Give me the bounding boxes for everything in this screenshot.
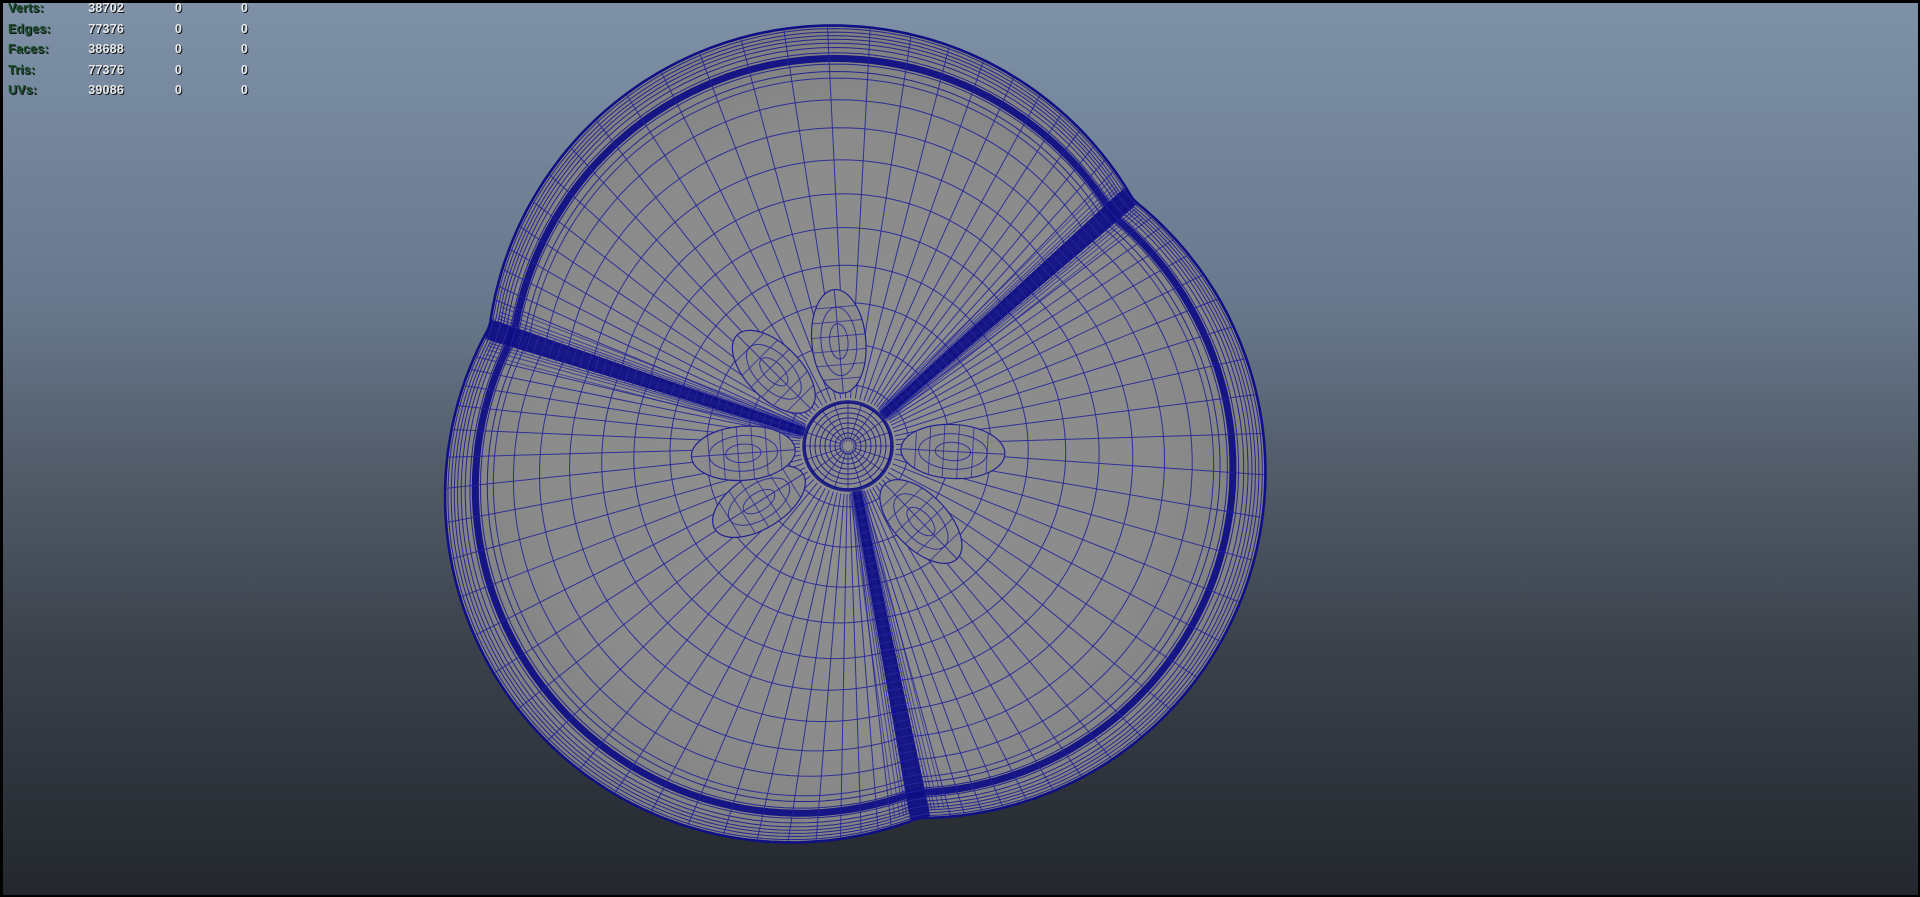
hud-value-faces-col3: 0 [240,42,248,57]
hud-value-uvs-col2: 0 [174,83,182,98]
hud-value-edges-col3: 0 [240,21,248,36]
hud-row-tris: Tris: 77376 0 0 [8,63,248,84]
hud-row-verts: Verts: 38702 0 0 [8,1,248,22]
hud-label-verts: Verts: [8,1,44,15]
hud-label-uvs: UVs: [8,83,38,98]
viewport-3d[interactable]: Verts: 38702 0 0 Edges: 77376 0 0 Faces:… [0,0,1920,897]
hud-value-faces-total: 38688 [88,42,124,57]
hud-row-edges: Edges: 77376 0 0 [8,22,248,43]
hud-label-tris: Tris: [8,62,36,77]
fruit-wireframe-mesh [443,24,1267,844]
hud-value-verts-col3: 0 [240,1,248,15]
stem-hub [802,400,894,492]
hud-value-edges-col2: 0 [174,21,182,36]
hud-value-faces-col2: 0 [174,42,182,57]
hud-row-faces: Faces: 38688 0 0 [8,42,248,63]
hud-value-edges-total: 77376 [88,21,124,36]
hud-value-tris-col2: 0 [174,62,182,77]
poly-count-hud: Verts: 38702 0 0 Edges: 77376 0 0 Faces:… [8,1,248,104]
hud-value-uvs-total: 39086 [88,83,124,98]
hud-label-edges: Edges: [8,21,51,36]
hud-value-uvs-col3: 0 [240,83,248,98]
hud-value-tris-total: 77376 [88,62,124,77]
wireframe-mesh-canvas[interactable] [0,0,1920,897]
hud-value-verts-total: 38702 [88,1,124,15]
hud-value-tris-col3: 0 [240,62,248,77]
hud-value-verts-col2: 0 [174,1,182,15]
hud-row-uvs: UVs: 39086 0 0 [8,83,248,104]
hud-label-faces: Faces: [8,42,49,57]
